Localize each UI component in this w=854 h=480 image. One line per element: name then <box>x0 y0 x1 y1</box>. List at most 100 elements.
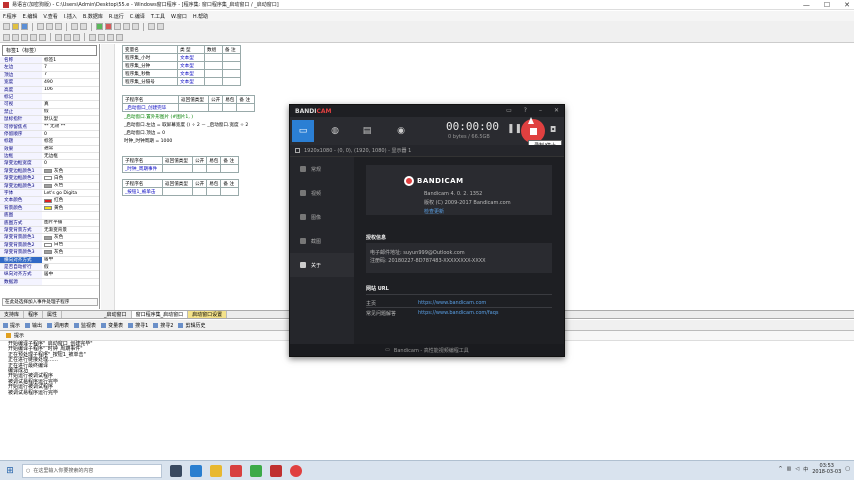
tab-search-2[interactable]: 搜寻2 <box>153 322 173 329</box>
property-value[interactable]: 红色 <box>42 197 99 203</box>
paste-icon[interactable] <box>55 23 62 30</box>
property-value[interactable]: 0 <box>42 160 99 166</box>
edge-browser-icon[interactable] <box>190 464 202 477</box>
tab-output[interactable]: 输出 <box>25 322 42 329</box>
code-line[interactable]: _启动窗口.顶边 = 0 <box>124 130 165 136</box>
new-file-icon[interactable] <box>3 23 10 30</box>
menu-edit[interactable]: E.编辑 <box>23 13 38 20</box>
clock[interactable]: 03:53 2018-03-03 <box>812 463 841 475</box>
homepage-link[interactable]: https://www.bandicam.com <box>418 300 486 306</box>
same-size-icon[interactable] <box>73 33 80 41</box>
taskbar-search-input[interactable]: ○ 在这里输入你要搜索的内容 <box>22 463 162 478</box>
cut-icon[interactable] <box>37 23 44 30</box>
event-handler-dropdown[interactable]: 在此处选择加入事件处理子程序 <box>2 298 98 306</box>
property-row[interactable]: 边框 无边框 <box>0 153 99 161</box>
align-bottom-icon[interactable] <box>30 33 37 41</box>
align-right-icon[interactable] <box>12 33 19 41</box>
tab-window-settings[interactable]: 启动窗口设置 <box>188 311 228 318</box>
tab-support-library[interactable]: 支持库 <box>0 311 25 318</box>
property-row[interactable]: 可视真 <box>0 101 99 109</box>
tab-startup-window[interactable]: _启动窗口 <box>100 311 132 318</box>
tab-properties[interactable]: 属性 <box>43 311 63 318</box>
tab-window-assembly[interactable]: 窗口程序集_启动窗口 <box>131 311 189 318</box>
property-value[interactable]: 无边框 <box>42 153 99 159</box>
redo-icon[interactable] <box>80 23 87 30</box>
property-row[interactable]: 宽度 490 <box>0 79 99 87</box>
pause-icon[interactable]: ❚❚ <box>507 124 522 134</box>
property-row[interactable]: 渐变边框颜色1 灰色 <box>0 167 99 176</box>
menu-tools[interactable]: T.工具 <box>151 13 165 20</box>
property-row[interactable]: 鼠标指针 默认型 <box>0 116 99 124</box>
step-out-icon[interactable] <box>132 23 139 30</box>
tab-search-1[interactable]: 搜寻1 <box>128 322 148 329</box>
menu-insert[interactable]: I.插入 <box>64 13 77 20</box>
property-value[interactable]: 7 <box>42 64 99 70</box>
property-value[interactable]: 图片平铺 <box>42 220 99 226</box>
property-row[interactable]: 背景颜色 黄色 <box>0 204 99 213</box>
property-value[interactable] <box>42 279 99 285</box>
task-view-icon[interactable] <box>170 464 182 477</box>
bandicam-taskbar-icon[interactable] <box>290 464 302 477</box>
undo-icon[interactable] <box>71 23 78 30</box>
property-value[interactable]: 默认型 <box>42 116 99 122</box>
find-icon[interactable] <box>148 23 155 30</box>
faq-link[interactable]: https://www.bandicam.com/faqs <box>418 310 499 316</box>
property-row[interactable]: 渐变背景颜色3 灰色 <box>0 249 99 257</box>
code-line[interactable]: _启动窗口.左边 = 取屏幕宽度 () ÷ 2 － _启动窗口.宽度 ÷ 2 <box>124 122 248 128</box>
close-button[interactable]: ✕ <box>844 1 850 9</box>
notification-icon[interactable]: ▢ <box>845 466 850 472</box>
property-row[interactable]: 渐变背景颜色2 白色 <box>0 241 99 250</box>
property-row[interactable]: 渐变边框颜色3 灰色 <box>0 182 99 191</box>
lock-icon[interactable] <box>116 33 123 41</box>
property-row[interactable]: 效果 通常 <box>0 145 99 154</box>
property-value[interactable]: 灰色 <box>42 249 99 255</box>
open-folder-icon[interactable] <box>12 23 19 30</box>
property-value[interactable]: 无渐变背景 <box>42 227 99 233</box>
property-value[interactable]: 0 <box>42 131 99 137</box>
property-value[interactable]: 居中 <box>42 271 99 277</box>
sidebar-item-image[interactable]: 图像 <box>290 205 354 229</box>
property-value[interactable]: 黄色 <box>42 205 99 211</box>
windows-start-icon[interactable]: ⊞ <box>2 463 18 479</box>
property-row[interactable]: 渐变背景颜色1 灰色 <box>0 234 99 242</box>
property-value[interactable]: 106 <box>42 87 99 93</box>
folder-icon[interactable]: ▭ <box>506 107 512 114</box>
table-row[interactable]: 程序集_秒数 文本型 <box>122 69 241 78</box>
property-value[interactable]: 标签 <box>42 138 99 144</box>
sidebar-item-video[interactable]: 视频 <box>290 181 354 205</box>
property-row[interactable]: 是否自动折行假 <box>0 263 99 272</box>
table-row[interactable]: _按钮1_被单击 <box>122 187 240 196</box>
property-value[interactable]: 假 <box>42 109 99 115</box>
menu-view[interactable]: V.查看 <box>43 13 57 20</box>
property-value[interactable]: 居中 <box>42 257 99 263</box>
space-vertical-icon[interactable] <box>98 33 105 41</box>
property-row[interactable]: 渐变边框宽度 0 <box>0 160 99 168</box>
step-into-icon[interactable] <box>123 23 130 30</box>
property-value[interactable]: 假 <box>42 264 99 270</box>
property-row[interactable]: 可停留焦点 ** 无效 ** <box>0 123 99 131</box>
webcam-mode-icon[interactable]: ◉ <box>390 120 412 142</box>
step-icon[interactable] <box>114 23 121 30</box>
table-row[interactable]: 程序集_分隔号 文本型 <box>122 77 241 86</box>
tab-watch[interactable]: 监视表 <box>74 322 96 329</box>
chevron-up-icon[interactable]: ^ <box>778 466 782 472</box>
tab-variables[interactable]: 变量表 <box>101 322 123 329</box>
hdmi-mode-icon[interactable]: ▤ <box>356 120 378 142</box>
check-update-link[interactable]: 检查更新 <box>424 208 444 215</box>
property-value[interactable]: 真 <box>42 101 99 107</box>
screenshot-camera-icon[interactable]: ◘ <box>550 125 556 134</box>
sidebar-item-about[interactable]: 关于 <box>290 253 354 277</box>
file-explorer-icon[interactable] <box>210 464 222 477</box>
table-row[interactable]: 程序集_小时 文本型 <box>122 53 241 62</box>
align-center-icon[interactable] <box>39 33 46 41</box>
component-selector[interactable]: 标签1（标签） <box>2 45 97 56</box>
property-row[interactable]: 数据源 <box>0 278 99 287</box>
game-mode-icon[interactable]: ◍ <box>324 120 346 142</box>
property-value[interactable]: 7 <box>42 72 99 78</box>
property-row[interactable]: 禁止假 <box>0 108 99 117</box>
volume-icon[interactable]: ◁ <box>795 466 799 472</box>
menu-compile[interactable]: C.编译 <box>130 13 145 20</box>
network-icon[interactable]: ▥ <box>787 466 792 472</box>
property-value[interactable]: 灰色 <box>42 183 99 189</box>
menu-run[interactable]: R.运行 <box>109 13 124 20</box>
